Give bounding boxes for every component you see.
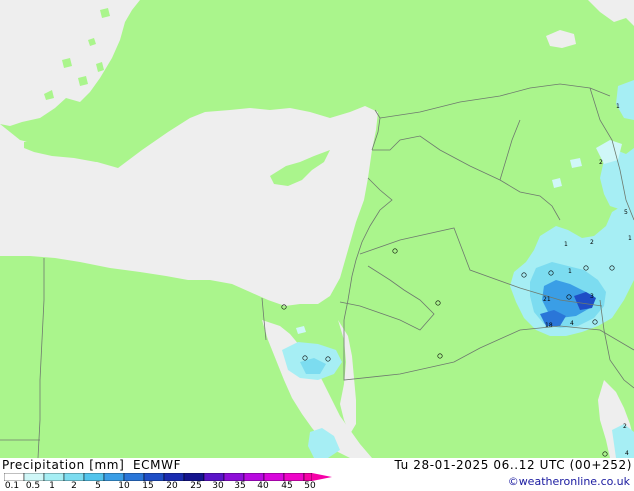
legend-swatch <box>123 473 145 481</box>
cell-value: 21 <box>543 296 551 303</box>
legend-swatch <box>283 473 305 481</box>
cell-value: 1 <box>568 268 572 275</box>
legend-swatch <box>63 473 85 481</box>
legend-swatch <box>263 473 285 481</box>
legend-swatch <box>223 473 245 481</box>
legend-swatch <box>203 473 225 481</box>
cell-value: 1 <box>616 103 620 110</box>
cell-value: 1 <box>564 241 568 248</box>
legend-swatch <box>103 473 125 481</box>
legend-footer: Precipitation [mm] ECMWF Tu 28-01-2025 0… <box>0 458 634 491</box>
model-name: ECMWF <box>133 458 182 472</box>
legend-swatch <box>183 473 205 481</box>
cell-value: 18 <box>545 322 553 329</box>
cell-value: 5 <box>624 209 628 216</box>
precipitation-map: 1 2 5 1 1 2 0 1 0 0 0 21 0 3 4 18 0 0 0 … <box>0 0 634 458</box>
legend-title: Precipitation [mm] <box>2 458 125 472</box>
credit-link[interactable]: ©weatheronline.co.uk <box>508 475 630 488</box>
cell-value: 3 <box>590 293 594 300</box>
cell-value: 4 <box>625 450 629 457</box>
forecast-datetime: Tu 28-01-2025 06..12 UTC (00+252) <box>394 458 632 472</box>
legend-swatch <box>243 473 265 481</box>
legend-swatch <box>83 473 105 481</box>
legend-overflow-arrow <box>312 473 332 481</box>
cell-value: 2 <box>590 239 594 246</box>
cell-value: 4 <box>570 320 574 327</box>
cell-value: 2 <box>623 423 627 430</box>
legend-swatch <box>303 473 313 481</box>
color-scale-bar <box>4 473 332 481</box>
legend-swatch <box>143 473 165 481</box>
legend-swatch <box>163 473 185 481</box>
legend-swatch <box>43 473 65 481</box>
legend-swatch <box>4 473 25 481</box>
map-frame: 1 2 5 1 1 2 0 1 0 0 0 21 0 3 4 18 0 0 0 … <box>0 0 634 491</box>
cell-value: 2 <box>599 159 603 166</box>
legend-swatch <box>23 473 45 481</box>
cell-value: 1 <box>628 235 632 242</box>
